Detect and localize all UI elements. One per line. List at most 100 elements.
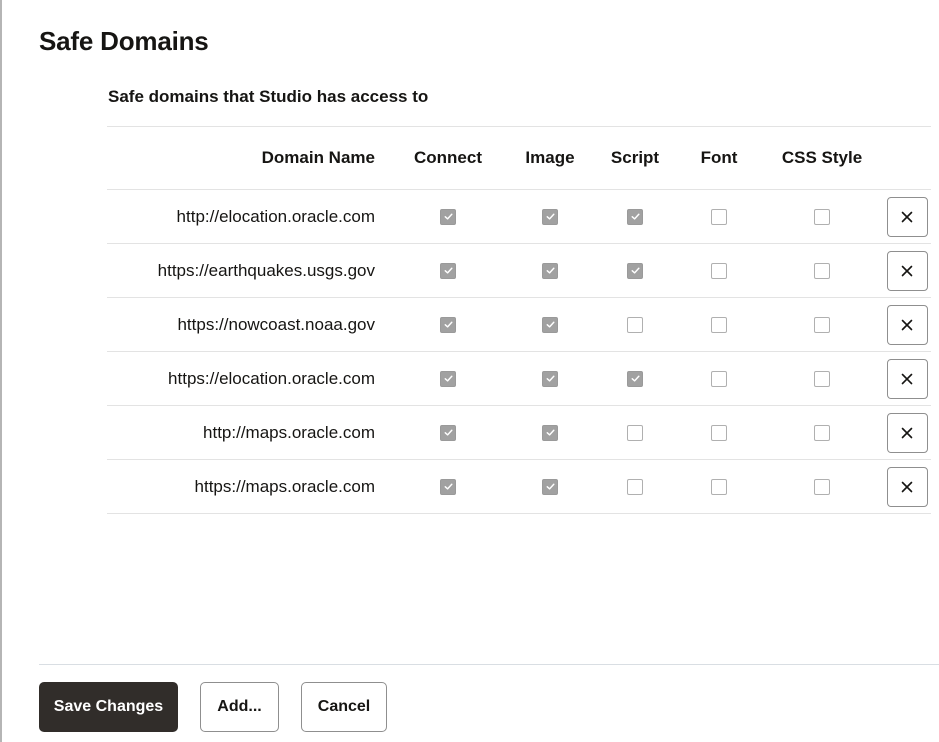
delete-domain-button[interactable] xyxy=(886,304,928,345)
css-checkbox[interactable] xyxy=(814,316,830,333)
script-checkbox[interactable] xyxy=(627,478,643,495)
delete-domain-button[interactable] xyxy=(886,250,928,291)
script-checkbox[interactable] xyxy=(627,262,643,279)
close-icon xyxy=(901,319,913,330)
image-cell xyxy=(509,298,591,351)
script-checkbox[interactable] xyxy=(627,424,643,441)
font-checkbox[interactable] xyxy=(711,370,727,387)
connect-checkbox[interactable] xyxy=(440,370,456,387)
font-checkbox[interactable] xyxy=(711,316,727,333)
image-checkbox[interactable] xyxy=(542,478,558,495)
script-cell xyxy=(600,298,670,351)
left-panel-border xyxy=(0,0,2,742)
close-icon xyxy=(901,373,913,384)
font-cell xyxy=(684,190,754,243)
page-title: Safe Domains xyxy=(39,26,209,56)
font-cell xyxy=(684,244,754,297)
header-font: Font xyxy=(700,148,738,167)
css-cell xyxy=(772,460,872,513)
header-domain-name: Domain Name xyxy=(261,148,375,167)
image-checkbox[interactable] xyxy=(542,262,558,279)
css-cell xyxy=(772,244,872,297)
delete-cell xyxy=(886,244,928,297)
css-checkbox[interactable] xyxy=(814,424,830,441)
table-row: https://earthquakes.usgs.gov xyxy=(107,244,931,298)
connect-checkbox[interactable] xyxy=(440,424,456,441)
script-cell xyxy=(600,352,670,405)
script-checkbox[interactable] xyxy=(627,208,643,225)
image-cell xyxy=(509,406,591,459)
font-cell xyxy=(684,460,754,513)
domain-name: https://earthquakes.usgs.gov xyxy=(157,260,375,280)
script-checkbox[interactable] xyxy=(627,316,643,333)
connect-checkbox[interactable] xyxy=(440,208,456,225)
table-body: http://elocation.oracle.com https://earth… xyxy=(107,190,931,514)
delete-domain-button[interactable] xyxy=(886,412,928,453)
domain-name: https://maps.oracle.com xyxy=(194,476,375,496)
image-cell xyxy=(509,190,591,243)
domain-name: http://elocation.oracle.com xyxy=(176,206,375,226)
delete-cell xyxy=(886,298,928,351)
connect-cell xyxy=(407,244,489,297)
checkmark-icon xyxy=(631,375,640,382)
script-cell xyxy=(600,460,670,513)
connect-cell xyxy=(407,406,489,459)
font-cell xyxy=(684,352,754,405)
image-checkbox[interactable] xyxy=(542,208,558,225)
css-cell xyxy=(772,352,872,405)
checkmark-icon xyxy=(631,213,640,220)
delete-cell xyxy=(886,352,928,405)
connect-checkbox[interactable] xyxy=(440,478,456,495)
script-cell xyxy=(600,190,670,243)
script-checkbox[interactable] xyxy=(627,370,643,387)
table-row: http://maps.oracle.com xyxy=(107,406,931,460)
close-icon xyxy=(901,265,913,276)
close-icon xyxy=(901,481,913,492)
delete-domain-button[interactable] xyxy=(886,196,928,237)
checkmark-icon xyxy=(444,429,453,436)
checkmark-icon xyxy=(546,213,555,220)
checkmark-icon xyxy=(444,213,453,220)
header-image: Image xyxy=(525,148,575,167)
checkmark-icon xyxy=(444,267,453,274)
css-cell xyxy=(772,406,872,459)
table-row: https://nowcoast.noaa.gov xyxy=(107,298,931,352)
checkmark-icon xyxy=(631,267,640,274)
table-row: http://elocation.oracle.com xyxy=(107,190,931,244)
delete-domain-button[interactable] xyxy=(886,358,928,399)
image-checkbox[interactable] xyxy=(542,424,558,441)
connect-checkbox[interactable] xyxy=(440,262,456,279)
header-script: Script xyxy=(610,148,660,167)
domain-name: https://elocation.oracle.com xyxy=(168,368,375,388)
checkmark-icon xyxy=(546,267,555,274)
font-checkbox[interactable] xyxy=(711,424,727,441)
checkmark-icon xyxy=(444,483,453,490)
add-domain-button[interactable]: Add... xyxy=(200,682,279,732)
font-checkbox[interactable] xyxy=(711,478,727,495)
connect-cell xyxy=(407,460,489,513)
font-checkbox[interactable] xyxy=(711,262,727,279)
css-checkbox[interactable] xyxy=(814,262,830,279)
script-cell xyxy=(600,244,670,297)
delete-cell xyxy=(886,406,928,459)
image-cell xyxy=(509,460,591,513)
cancel-button[interactable]: Cancel xyxy=(301,682,387,732)
close-icon xyxy=(901,211,913,222)
font-cell xyxy=(684,298,754,351)
header-css-style: CSS Style xyxy=(781,148,863,167)
css-checkbox[interactable] xyxy=(814,370,830,387)
connect-cell xyxy=(407,298,489,351)
save-changes-button[interactable]: Save Changes xyxy=(39,682,178,732)
css-checkbox[interactable] xyxy=(814,478,830,495)
image-checkbox[interactable] xyxy=(542,316,558,333)
font-checkbox[interactable] xyxy=(711,208,727,225)
delete-domain-button[interactable] xyxy=(886,466,928,507)
checkmark-icon xyxy=(546,321,555,328)
css-checkbox[interactable] xyxy=(814,208,830,225)
image-checkbox[interactable] xyxy=(542,370,558,387)
section-subtitle: Safe domains that Studio has access to xyxy=(108,87,429,106)
checkmark-icon xyxy=(444,321,453,328)
table-row: https://maps.oracle.com xyxy=(107,460,931,514)
connect-checkbox[interactable] xyxy=(440,316,456,333)
image-cell xyxy=(509,352,591,405)
